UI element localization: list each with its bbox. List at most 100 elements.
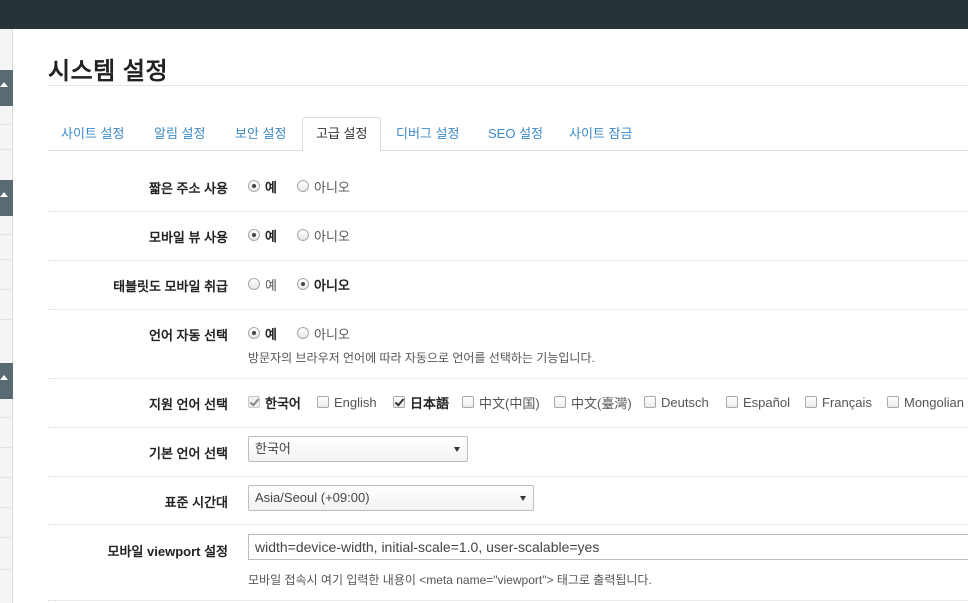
page-title: 시스템 설정 — [48, 58, 169, 85]
setting-row-tablet-mobile: 태블릿도 모바일 취급 예 아니오 — [48, 261, 968, 310]
setting-row-auto-language: 언어 자동 선택 예 아니오 방문자의 브라우저 언어에 따라 자동으로 언어를… — [48, 310, 968, 379]
radio-label: 예 — [265, 179, 277, 195]
radio-label: 예 — [265, 326, 277, 342]
radio-auto-lang-no[interactable]: 아니오 — [297, 324, 350, 342]
setting-label: 모바일 뷰 사용 — [149, 230, 228, 245]
checkbox-label: 中文(臺灣) — [571, 395, 632, 411]
checkbox-lang-german[interactable]: Deutsch — [644, 393, 709, 411]
checkbox-box — [317, 396, 329, 408]
tab-advanced-settings[interactable]: 고급 설정 — [302, 117, 382, 152]
sidebar-divider — [0, 569, 13, 570]
main-content: 시스템 설정 사이트 설정 알림 설정 보안 설정 고급 설정 디버그 설정 S… — [48, 29, 968, 603]
radio-auto-lang-yes[interactable]: 예 — [248, 324, 277, 342]
setting-row-supported-languages: 지원 언어 선택 한국어 English 日本語 中文(中国) 中文(臺灣) D… — [48, 379, 968, 428]
caret-up-icon — [0, 375, 8, 380]
caret-down-icon — [454, 447, 460, 452]
radio-mobile-view-no[interactable]: 아니오 — [297, 226, 350, 244]
radio-label: 예 — [265, 228, 277, 244]
radio-label: 예 — [265, 277, 277, 293]
setting-row-short-url: 짧은 주소 사용 예 아니오 — [48, 161, 968, 212]
radio-circle — [297, 180, 309, 192]
radio-circle — [248, 229, 260, 241]
radio-label: 아니오 — [314, 228, 350, 244]
sidebar — [0, 29, 13, 603]
checkbox-box — [644, 396, 656, 408]
sidebar-divider — [0, 149, 13, 150]
checkbox-box — [248, 396, 260, 408]
select-value: Asia/Seoul (+09:00) — [255, 490, 370, 505]
checkbox-box — [554, 396, 566, 408]
settings-tabs: 사이트 설정 알림 설정 보안 설정 고급 설정 디버그 설정 SEO 설정 사… — [48, 117, 968, 152]
setting-label: 짧은 주소 사용 — [149, 181, 228, 196]
radio-label: 아니오 — [314, 277, 350, 293]
radio-mobile-view-yes[interactable]: 예 — [248, 226, 277, 244]
sidebar-divider — [0, 507, 13, 508]
checkbox-label: Mongolian — [904, 394, 964, 410]
radio-short-url-yes[interactable]: 예 — [248, 177, 277, 195]
sidebar-divider — [0, 447, 13, 448]
radio-label: 아니오 — [314, 326, 350, 342]
tab-security-settings[interactable]: 보안 설정 — [222, 117, 299, 151]
checkbox-lang-mongolian[interactable]: Mongolian — [887, 393, 964, 411]
sidebar-divider — [0, 234, 13, 235]
radio-tablet-mobile-no[interactable]: 아니오 — [297, 275, 350, 293]
sidebar-divider — [0, 417, 13, 418]
sidebar-divider — [0, 537, 13, 538]
checkbox-label: Deutsch — [661, 394, 709, 410]
checkbox-lang-chinese-tw[interactable]: 中文(臺灣) — [554, 393, 632, 411]
select-value: 한국어 — [255, 441, 291, 456]
setting-label: 모바일 viewport 설정 — [107, 544, 228, 559]
checkbox-label: Français — [822, 394, 872, 410]
checkbox-box — [462, 396, 474, 408]
tab-site-settings[interactable]: 사이트 설정 — [48, 117, 137, 151]
radio-circle — [297, 278, 309, 290]
checkbox-lang-french[interactable]: Français — [805, 393, 872, 411]
viewport-input[interactable]: width=device-width, initial-scale=1.0, u… — [248, 534, 968, 560]
checkbox-box — [726, 396, 738, 408]
tab-site-lock[interactable]: 사이트 잠금 — [556, 117, 645, 151]
tab-notification-settings[interactable]: 알림 설정 — [141, 117, 218, 151]
sidebar-divider — [0, 319, 13, 320]
tab-debug-settings[interactable]: 디버그 설정 — [383, 117, 472, 151]
setting-row-mobile-view: 모바일 뷰 사용 예 아니오 — [48, 212, 968, 261]
caret-down-icon — [520, 496, 526, 501]
timezone-select[interactable]: Asia/Seoul (+09:00) — [248, 485, 534, 511]
sidebar-divider — [0, 289, 13, 290]
radio-circle — [297, 229, 309, 241]
setting-label: 표준 시간대 — [164, 495, 228, 510]
checkbox-lang-korean[interactable]: 한국어 — [248, 393, 301, 411]
checkbox-lang-japanese[interactable]: 日本語 — [393, 393, 449, 411]
caret-up-icon — [0, 192, 8, 197]
radio-tablet-mobile-yes[interactable]: 예 — [248, 275, 277, 293]
setting-label: 기본 언어 선택 — [149, 446, 228, 461]
checkbox-label: 한국어 — [265, 395, 301, 411]
checkbox-label: 中文(中国) — [479, 395, 540, 411]
sidebar-section-toggle[interactable] — [0, 180, 13, 216]
radio-short-url-no[interactable]: 아니오 — [297, 177, 350, 195]
sidebar-section-toggle[interactable] — [0, 70, 13, 106]
default-language-select[interactable]: 한국어 — [248, 436, 468, 462]
radio-circle — [248, 180, 260, 192]
checkbox-box — [393, 396, 405, 408]
sidebar-section-toggle[interactable] — [0, 363, 13, 399]
checkbox-lang-english[interactable]: English — [317, 393, 377, 411]
checkbox-box — [887, 396, 899, 408]
checkbox-lang-spanish[interactable]: Español — [726, 393, 790, 411]
setting-row-default-language: 기본 언어 선택 한국어 — [48, 428, 968, 477]
checkbox-lang-chinese-cn[interactable]: 中文(中国) — [462, 393, 540, 411]
tab-seo-settings[interactable]: SEO 설정 — [475, 117, 556, 151]
sidebar-divider — [0, 259, 13, 260]
title-divider — [48, 85, 968, 86]
help-text: 모바일 접속시 여기 입력한 내용이 <meta name="viewport"… — [248, 573, 652, 587]
radio-circle — [248, 327, 260, 339]
help-text: 방문자의 브라우저 언어에 따라 자동으로 언어를 선택하는 기능입니다. — [248, 351, 595, 365]
radio-label: 아니오 — [314, 179, 350, 195]
sidebar-divider — [0, 477, 13, 478]
setting-label: 지원 언어 선택 — [149, 397, 228, 412]
radio-circle — [297, 327, 309, 339]
top-navbar — [0, 0, 968, 29]
setting-label: 태블릿도 모바일 취급 — [113, 279, 228, 294]
sidebar-divider — [0, 124, 13, 125]
radio-circle — [248, 278, 260, 290]
checkbox-label: Español — [743, 394, 790, 410]
